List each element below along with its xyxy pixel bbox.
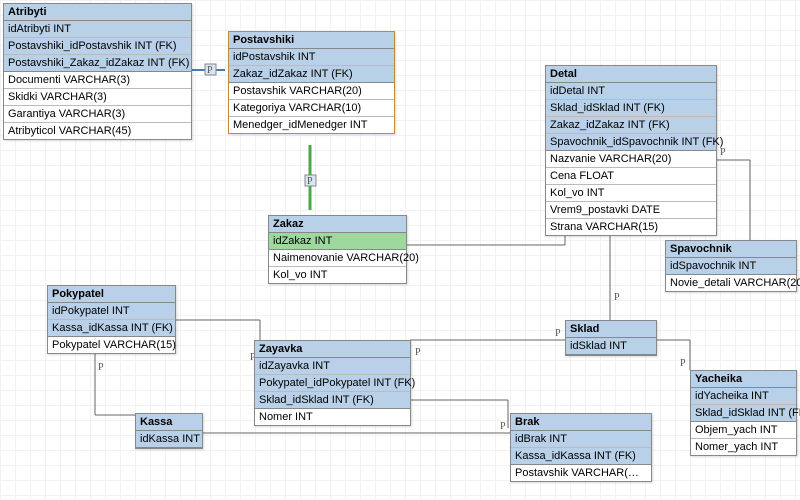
pk-column: Postavshiki_Zakaz_idZakaz INT (FK)	[4, 55, 191, 71]
column: Nomer_yach INT	[691, 439, 796, 455]
table-atribyti[interactable]: AtribytiidAtribyti INTPostavshiki_idPost…	[3, 3, 192, 140]
table-header: Yacheika	[691, 371, 796, 388]
pk-column: Zakaz_idZakaz INT (FK)	[229, 66, 394, 82]
column: Novie_detali VARCHAR(20)	[666, 275, 796, 291]
table-postavshiki[interactable]: PostavshikiidPostavshik INTZakaz_idZakaz…	[228, 31, 395, 134]
table-yacheika[interactable]: YacheikaidYacheika INTSklad_idSklad INT …	[690, 370, 797, 456]
column: Nomer INT	[255, 409, 410, 425]
table-detal[interactable]: DetalidDetal INTSklad_idSklad INT (FK)Za…	[545, 65, 717, 236]
table-header: Postavshiki	[229, 32, 394, 49]
pk-column: idYacheika INT	[691, 388, 796, 405]
pk-column: Kassa_idKassa INT (FK)	[48, 320, 175, 336]
table-header: Brak	[511, 414, 651, 431]
column: Pokypatel VARCHAR(15)	[48, 337, 175, 353]
table-pokypatel[interactable]: PokypatelidPokypatel INTKassa_idKassa IN…	[47, 285, 176, 354]
pk-column: idKassa INT	[136, 431, 202, 447]
table-zakaz[interactable]: ZakazidZakaz INTNaimenovanie VARCHAR(20)…	[268, 215, 407, 284]
table-header: Detal	[546, 66, 716, 83]
table-header: Zakaz	[269, 216, 406, 233]
pk-column: Spavochnik_idSpavochnik INT (FK)	[546, 134, 716, 150]
column: Atribyticol VARCHAR(45)	[4, 123, 191, 139]
table-header: Atribyti	[4, 4, 191, 21]
column: Garantiya VARCHAR(3)	[4, 106, 191, 123]
column: Naimenovanie VARCHAR(20)	[269, 250, 406, 267]
pk-column: Pokypatel_idPokypatel INT (FK)	[255, 375, 410, 392]
table-header: Pokypatel	[48, 286, 175, 303]
column: Vrem9_postavki DATE	[546, 202, 716, 219]
pk-column: idSpavochnik INT	[666, 258, 796, 274]
table-zayavka[interactable]: ZayavkaidZayavka INTPokypatel_idPokypate…	[254, 340, 411, 426]
pk-column: Sklad_idSklad INT (FK)	[255, 392, 410, 408]
column: Cena FLOAT	[546, 168, 716, 185]
pk-column: idAtribyti INT	[4, 21, 191, 38]
column: Menedger_idMenedger INT	[229, 117, 394, 133]
pk-column: Sklad_idSklad INT (FK)	[546, 100, 716, 117]
table-spavochnik[interactable]: SpavochnikidSpavochnik INTNovie_detali V…	[665, 240, 797, 292]
table-header: Spavochnik	[666, 241, 796, 258]
pk-column: Sklad_idSklad INT (FK)	[691, 405, 796, 421]
table-brak[interactable]: BrakidBrak INTKassa_idKassa INT (FK)Post…	[510, 413, 652, 482]
table-header: Zayavka	[255, 341, 410, 358]
pk-column: idPokypatel INT	[48, 303, 175, 320]
pk-column: Kassa_idKassa INT (FK)	[511, 448, 651, 464]
pk-column: idPostavshik INT	[229, 49, 394, 66]
table-sklad[interactable]: SkladidSklad INT	[565, 320, 657, 356]
column: Skidki VARCHAR(3)	[4, 89, 191, 106]
column: Kategoriya VARCHAR(10)	[229, 100, 394, 117]
pk-column: Postavshiki_idPostavshik INT (FK)	[4, 38, 191, 55]
table-header: Sklad	[566, 321, 656, 338]
column: Strana VARCHAR(15)	[546, 219, 716, 235]
pk-column: idZayavka INT	[255, 358, 410, 375]
pk-column: idZakaz INT	[269, 233, 406, 249]
table-header: Kassa	[136, 414, 202, 431]
column: Kol_vo INT	[269, 267, 406, 283]
table-kassa[interactable]: KassaidKassa INT	[135, 413, 203, 449]
column: Kol_vo INT	[546, 185, 716, 202]
pk-column: idSklad INT	[566, 338, 656, 354]
pk-column: idBrak INT	[511, 431, 651, 448]
column: Objem_yach INT	[691, 422, 796, 439]
column: Postavshik VARCHAR(20)	[229, 83, 394, 100]
column: Documenti VARCHAR(3)	[4, 72, 191, 89]
column: Postavshik VARCHAR(…	[511, 465, 651, 481]
pk-column: idDetal INT	[546, 83, 716, 100]
pk-column: Zakaz_idZakaz INT (FK)	[546, 117, 716, 134]
column: Nazvanie VARCHAR(20)	[546, 151, 716, 168]
